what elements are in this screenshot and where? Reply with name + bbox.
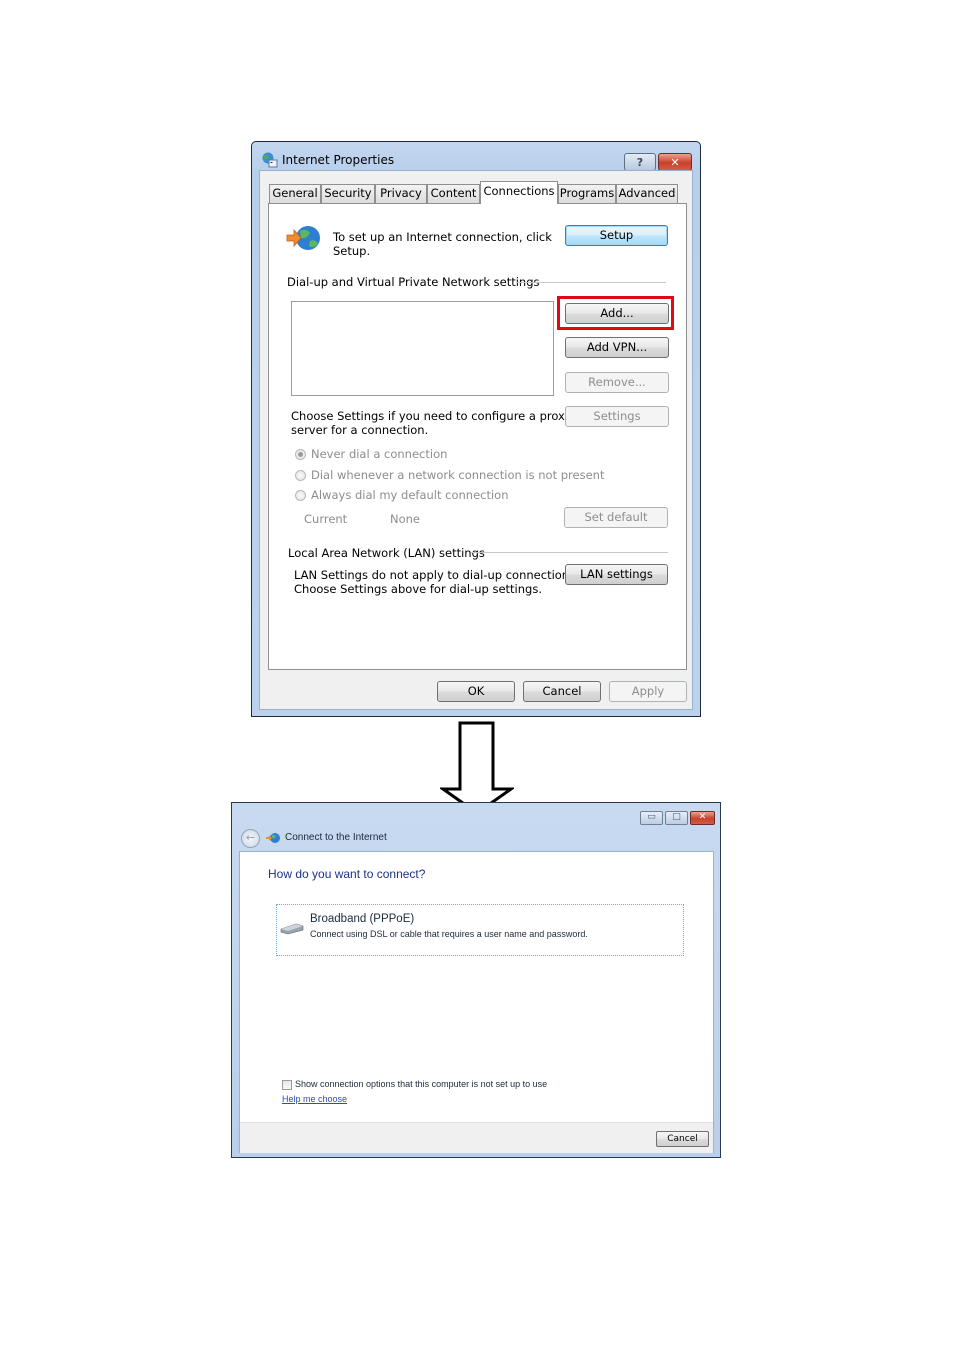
current-label: Current bbox=[304, 512, 348, 526]
globe-arrow-icon bbox=[286, 226, 320, 250]
ok-button[interactable]: OK bbox=[437, 681, 515, 702]
lan-text-line2: Choose Settings above for dial-up settin… bbox=[294, 582, 542, 596]
lan-section-heading: Local Area Network (LAN) settings bbox=[288, 546, 485, 560]
close-button[interactable]: ✕ bbox=[658, 153, 692, 171]
add-button[interactable]: Add... bbox=[565, 303, 669, 324]
maximize-button[interactable]: □ bbox=[665, 811, 688, 825]
lan-settings-button[interactable]: LAN settings bbox=[565, 564, 668, 585]
setup-text-line2: Setup. bbox=[333, 244, 371, 258]
internet-properties-dialog: Internet Properties ? ✕ General Security… bbox=[251, 141, 701, 717]
radio-dial-whenever[interactable] bbox=[295, 470, 306, 481]
close-button[interactable]: ✕ bbox=[690, 811, 715, 825]
wizard-content: How do you want to connect? Broadband (P… bbox=[239, 851, 714, 1153]
wizard-footer: Cancel bbox=[240, 1122, 713, 1153]
connections-list[interactable] bbox=[291, 301, 554, 396]
tab-advanced[interactable]: Advanced bbox=[616, 184, 678, 203]
modem-icon bbox=[280, 923, 304, 935]
radio-always-dial-label: Always dial my default connection bbox=[311, 488, 509, 502]
minimize-button[interactable]: ▭ bbox=[640, 811, 663, 825]
connect-to-internet-dialog: ▭ □ ✕ ← Connect to the Internet How do y… bbox=[231, 802, 721, 1158]
help-button[interactable]: ? bbox=[624, 153, 656, 171]
connections-tab-panel: To set up an Internet connection, click … bbox=[268, 203, 687, 670]
lan-section-divider bbox=[471, 552, 668, 553]
back-arrow-icon: ← bbox=[245, 831, 256, 844]
apply-button[interactable]: Apply bbox=[609, 681, 687, 702]
radio-never-dial-label: Never dial a connection bbox=[311, 447, 448, 461]
wizard-heading: How do you want to connect? bbox=[268, 867, 426, 881]
radio-dial-whenever-label: Dial whenever a network connection is no… bbox=[311, 468, 605, 482]
dialog-body: General Security Privacy Content Connect… bbox=[259, 170, 693, 710]
tab-security[interactable]: Security bbox=[321, 184, 375, 203]
radio-never-dial[interactable] bbox=[295, 449, 306, 460]
proxy-text-line2: server for a connection. bbox=[291, 423, 429, 437]
dialup-section-heading: Dial-up and Virtual Private Network sett… bbox=[287, 275, 540, 289]
set-default-button[interactable]: Set default bbox=[564, 507, 668, 528]
show-options-label: Show connection options that this comput… bbox=[295, 1079, 548, 1089]
tab-general[interactable]: General bbox=[269, 184, 321, 203]
proxy-text-line1: Choose Settings if you need to configure… bbox=[291, 409, 572, 423]
remove-button[interactable]: Remove... bbox=[565, 372, 669, 393]
option-description: Connect using DSL or cable that requires… bbox=[310, 929, 588, 939]
cancel-button[interactable]: Cancel bbox=[656, 1131, 709, 1147]
option-title: Broadband (PPPoE) bbox=[310, 913, 415, 925]
radio-always-dial[interactable] bbox=[295, 490, 306, 501]
tab-privacy[interactable]: Privacy bbox=[375, 184, 427, 203]
dialog-title: Internet Properties bbox=[282, 153, 395, 167]
lan-text-line1: LAN Settings do not apply to dial-up con… bbox=[294, 568, 579, 582]
tab-programs[interactable]: Programs bbox=[558, 184, 616, 203]
back-button[interactable]: ← bbox=[241, 829, 260, 848]
help-me-choose-link[interactable]: Help me choose bbox=[282, 1094, 347, 1104]
current-value: None bbox=[390, 512, 421, 526]
add-vpn-button[interactable]: Add VPN... bbox=[565, 337, 669, 358]
option-broadband-pppoe[interactable]: Broadband (PPPoE) Connect using DSL or c… bbox=[276, 904, 684, 956]
dialup-section-divider bbox=[516, 282, 666, 283]
cancel-button[interactable]: Cancel bbox=[523, 681, 601, 702]
tab-content[interactable]: Content bbox=[427, 184, 480, 203]
tab-connections[interactable]: Connections bbox=[480, 181, 558, 204]
network-globe-icon bbox=[266, 833, 280, 843]
settings-button[interactable]: Settings bbox=[565, 406, 669, 427]
wizard-title: Connect to the Internet bbox=[285, 832, 387, 843]
setup-text-line1: To set up an Internet connection, click bbox=[333, 230, 552, 244]
setup-button[interactable]: Setup bbox=[565, 225, 668, 246]
internet-options-icon bbox=[262, 152, 278, 168]
show-options-checkbox[interactable] bbox=[282, 1080, 292, 1090]
